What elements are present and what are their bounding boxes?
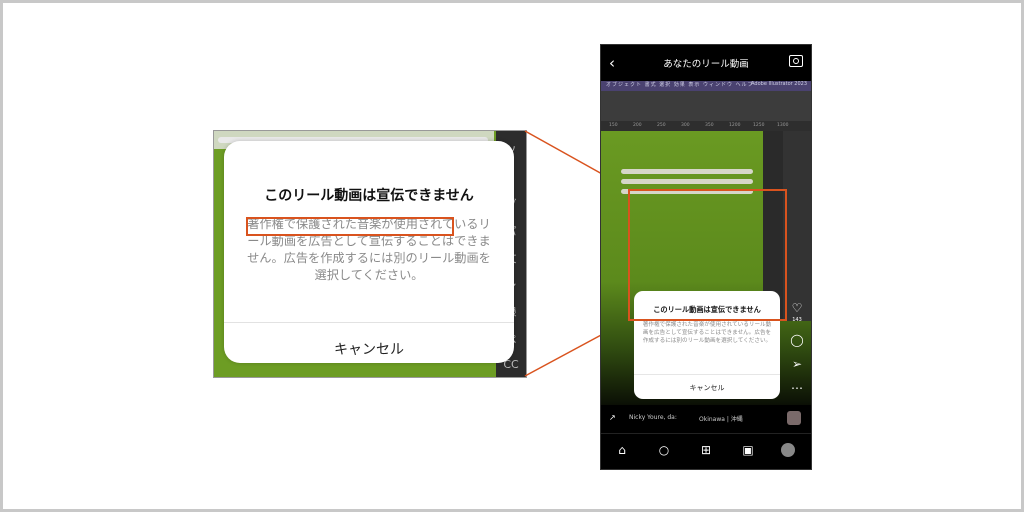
ruler-tick: 250 xyxy=(657,123,666,128)
ruler-tick: 300 xyxy=(681,123,690,128)
reel-actions: ♡ 143 ◯ ➢ ⋯ xyxy=(787,301,807,405)
create-icon[interactable]: ⊞ xyxy=(699,443,713,457)
share-icon[interactable]: ➢ xyxy=(787,357,807,371)
slider-track xyxy=(621,169,753,174)
search-icon[interactable]: ○ xyxy=(657,443,671,457)
ruler: 150 200 250 300 350 1200 1250 1300 xyxy=(601,121,811,131)
ruler-tick: 1300 xyxy=(777,123,789,128)
heart-icon[interactable]: ♡ xyxy=(787,301,807,315)
dialog-message: 著作権で保護された音楽が使用されているリール動画を広告として宣伝することはできま… xyxy=(642,322,772,344)
comment-icon[interactable]: ◯ xyxy=(787,333,807,347)
menu-items: オブジェクト 書式 選択 効果 表示 ウィンドウ ヘルプ xyxy=(606,82,754,88)
dialog-divider xyxy=(634,374,780,375)
ruler-tick: 150 xyxy=(609,123,618,128)
app-toolbar: 150 200 250 300 350 1200 1250 1300 xyxy=(601,91,811,131)
camera-icon[interactable] xyxy=(789,55,803,67)
audio-thumbnail[interactable] xyxy=(787,411,801,425)
tool-panel-secondary xyxy=(783,131,811,321)
profile-avatar[interactable] xyxy=(781,443,795,457)
app-menu-bar: オブジェクト 書式 選択 効果 表示 ウィンドウ ヘルプ Adobe Illus… xyxy=(601,81,811,91)
like-count: 143 xyxy=(792,317,802,323)
location-tag[interactable]: Okinawa | 沖縄 xyxy=(699,414,743,423)
more-icon[interactable]: ⋯ xyxy=(787,381,807,395)
slider-track xyxy=(621,179,753,184)
ruler-tick: 200 xyxy=(633,123,642,128)
app-name: Adobe Illustrator 2023 xyxy=(751,81,807,87)
ruler-tick: 1200 xyxy=(729,123,741,128)
callout-connector xyxy=(524,130,630,377)
audio-credit[interactable]: Nicky Youre, da: xyxy=(629,414,677,421)
phone-highlight-box xyxy=(628,189,787,321)
cancel-button[interactable]: キャンセル xyxy=(634,383,780,393)
ruler-tick: 1250 xyxy=(753,123,765,128)
home-icon[interactable]: ⌂ xyxy=(615,443,629,457)
audio-credit-bar: ↗ Nicky Youre, da: Okinawa | 沖縄 xyxy=(601,405,811,433)
header-title: あなたのリール動画 xyxy=(663,59,749,70)
reels-header: ‹ あなたのリール動画 xyxy=(601,45,811,81)
ruler-tick: 350 xyxy=(705,123,714,128)
trend-arrow-icon: ↗ xyxy=(609,413,616,422)
reels-icon[interactable]: ▣ xyxy=(741,443,755,457)
bottom-nav: ⌂ ○ ⊞ ▣ xyxy=(601,433,811,469)
